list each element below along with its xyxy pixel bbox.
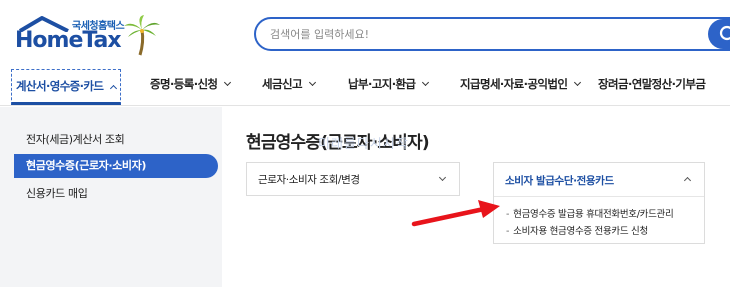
sidebar-item-tax-invoice[interactable]: 전자(세금)계산서 조회: [14, 128, 218, 152]
nav-item-tax-filing[interactable]: 세금신고: [262, 71, 316, 97]
nav-item-incentives[interactable]: 장려금·연말정산·기부금: [598, 71, 706, 97]
nav-item-payment[interactable]: 납부·고지·환급: [348, 71, 430, 97]
red-arrow-annotation: [411, 200, 500, 227]
hometax-logo[interactable]: 국세청홈택스 HomeTax: [14, 14, 164, 56]
nav-item-label: 세금신고: [262, 77, 303, 91]
dash-bullet: -: [506, 209, 510, 220]
search-input[interactable]: [270, 19, 690, 49]
panel-link-label: 소비자용 현금영수증 전용카드 신청: [513, 226, 648, 237]
panel-header[interactable]: 소비자 발급수단·전용카드: [494, 163, 704, 197]
panel-link-dedicated-card-request[interactable]: - 소비자용 현금영수증 전용카드 신청: [506, 223, 648, 237]
watermark-text: 미래를다시시작: [318, 137, 409, 152]
sidebar-item-credit-card[interactable]: 신용카드 매입: [14, 182, 218, 206]
search-bar: [254, 17, 730, 51]
chevron-down-icon: [574, 78, 582, 87]
main-nav: 계산서·영수증·카드 증명·등록·신청 세금신고 납부·고지·환급 지급명세·자…: [0, 62, 730, 106]
chevron-down-icon: [224, 78, 232, 87]
header: 국세청홈택스 HomeTax: [0, 0, 730, 62]
palm-tree-icon: [124, 15, 160, 56]
panel-link-label: 현금영수증 발급용 휴대전화번호/카드관리: [513, 209, 674, 220]
sidebar: 전자(세금)계산서 조회 현금영수증(근로자·소비자) 신용카드 매입: [0, 107, 222, 287]
nav-item-label: 계산서·영수증·카드: [16, 79, 104, 93]
consumer-lookup-dropdown[interactable]: 근로자·소비자 조회/변경: [246, 162, 460, 196]
consumer-card-panel: 소비자 발급수단·전용카드 - 현금영수증 발급용 휴대전화번호/카드관리 - 소비…: [493, 162, 705, 244]
search-icon: [719, 25, 730, 41]
dash-bullet: -: [506, 226, 510, 237]
nav-item-receipts-cards[interactable]: 계산서·영수증·카드: [11, 69, 122, 105]
panel-title: 소비자 발급수단·전용카드: [505, 175, 614, 187]
chevron-down-icon: [422, 78, 430, 87]
logo-text: HomeTax: [15, 28, 122, 53]
nav-item-statements[interactable]: 지급명세·자료·공익법인: [460, 71, 582, 97]
dropdown-label: 근로자·소비자 조회/변경: [258, 174, 360, 186]
chevron-up-icon: [683, 176, 692, 185]
chevron-down-icon: [308, 78, 316, 87]
chevron-up-icon: [110, 84, 118, 92]
nav-item-certificates[interactable]: 증명·등록·신청: [150, 71, 232, 97]
nav-item-label: 납부·고지·환급: [348, 77, 416, 91]
nav-item-label: 장려금·연말정산·기부금: [598, 77, 706, 91]
nav-item-label: 증명·등록·신청: [150, 77, 218, 91]
panel-link-phone-card-management[interactable]: - 현금영수증 발급용 휴대전화번호/카드관리: [506, 206, 674, 220]
sidebar-item-cash-receipt[interactable]: 현금영수증(근로자·소비자): [14, 154, 218, 178]
search-button[interactable]: [708, 19, 730, 49]
nav-item-label: 지급명세·자료·공익법인: [460, 77, 568, 91]
chevron-down-icon: [438, 173, 447, 182]
